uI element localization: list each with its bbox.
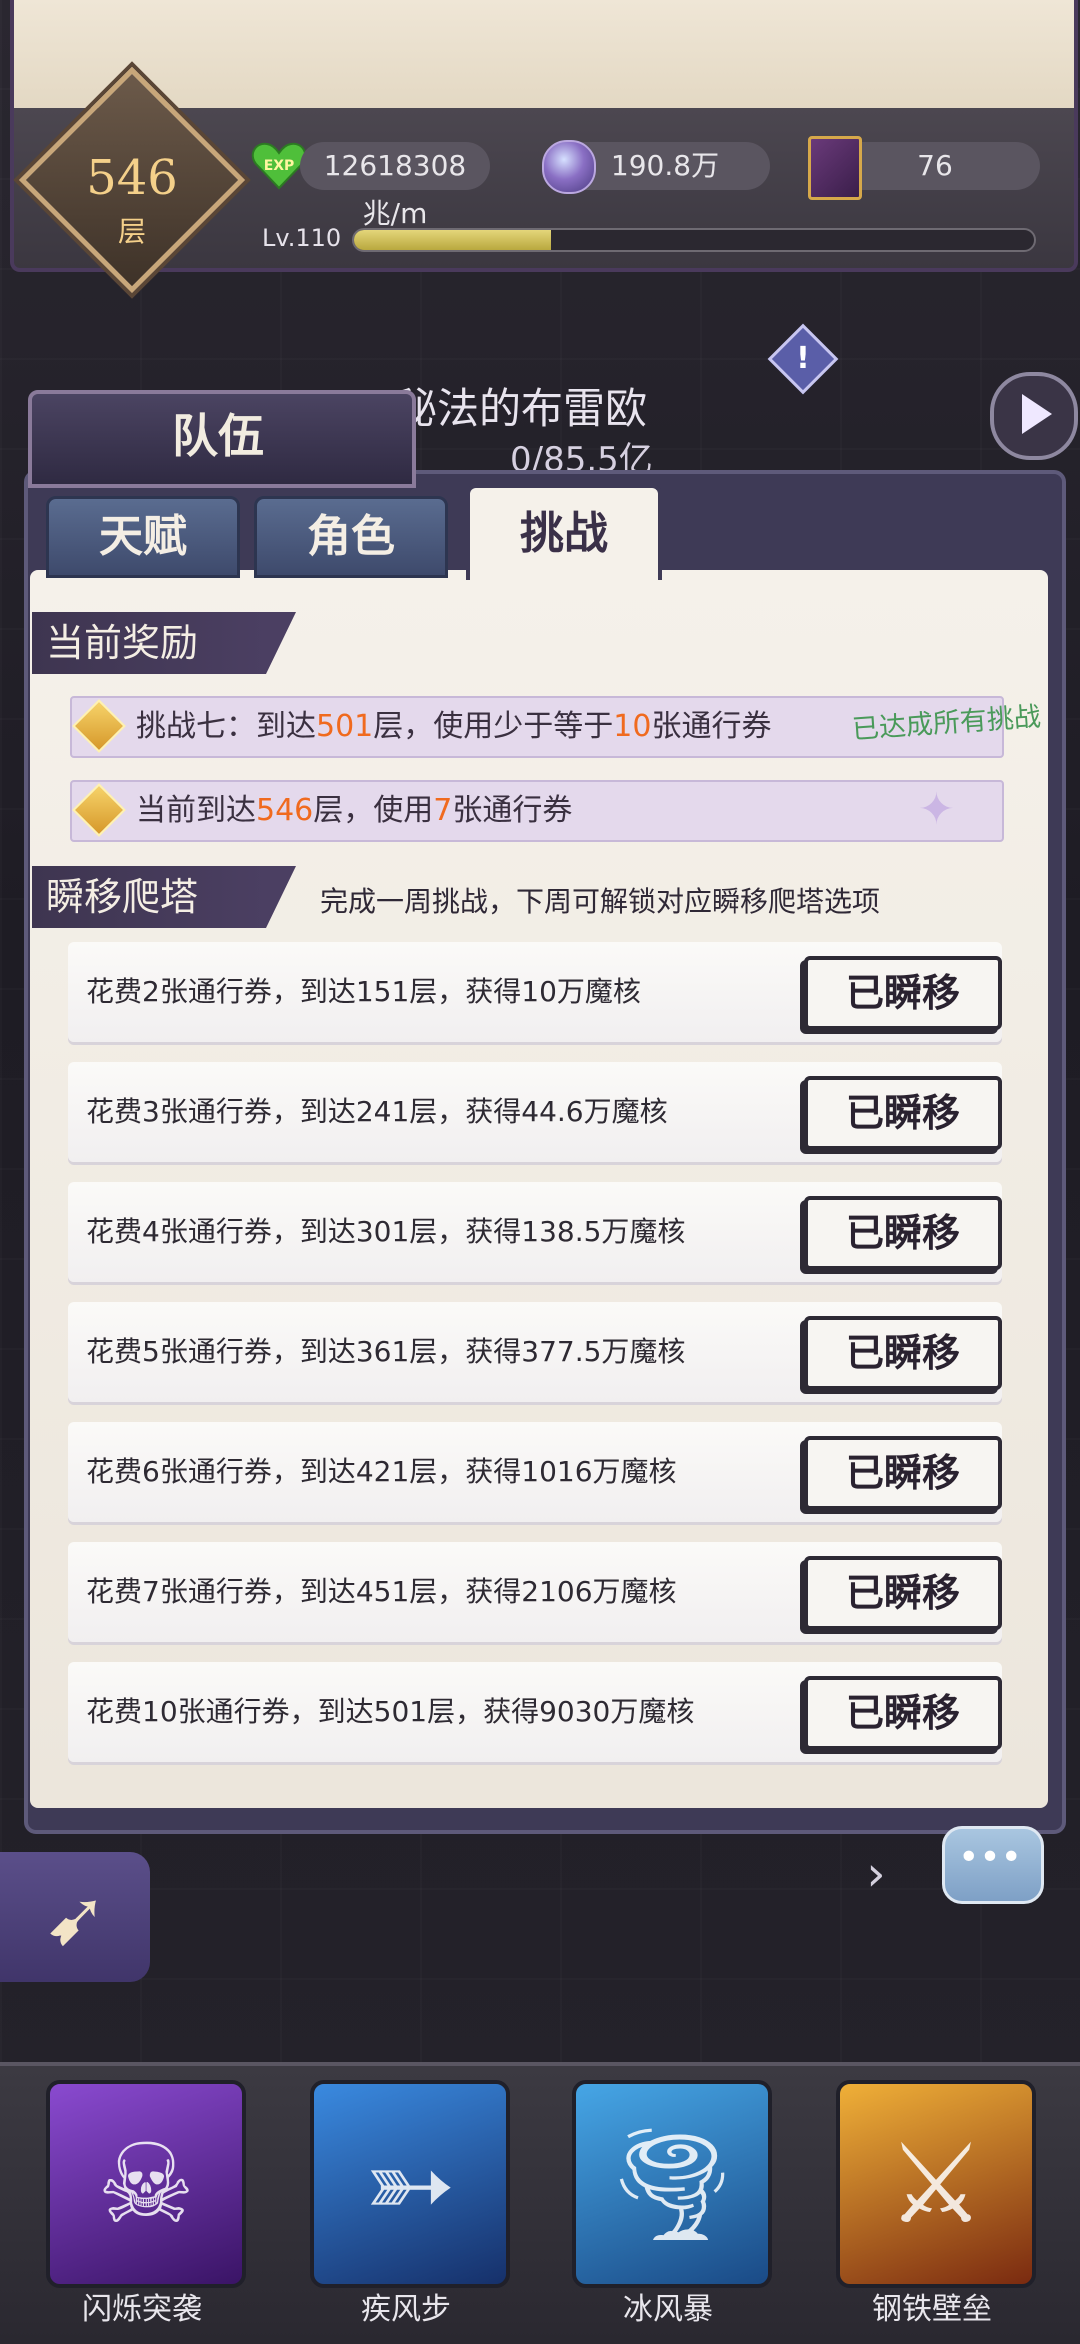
teleport-heading: 瞬移爬塔 <box>32 866 296 928</box>
challenge-condition-row: 挑战七：到达501层，使用少于等于10张通行券 已达成所有挑战 <box>70 696 1042 758</box>
ticket-book-icon <box>808 136 862 200</box>
teleport-option-row: 花费3张通行券，到达241层，获得44.6万魔核 已瞬移 <box>68 1062 1002 1162</box>
swirl-return-icon: ➹ <box>44 1873 108 1962</box>
teleport-option-text: 花费3张通行券，到达241层，获得44.6万魔核 <box>86 1095 668 1128</box>
shield-blade-icon: ⚔ <box>886 2120 986 2248</box>
teleport-description: 完成一周挑战，下周可解锁对应瞬移爬塔选项 <box>320 885 881 918</box>
teleport-option-text: 花费6张通行券，到达421层，获得1016万魔核 <box>86 1455 677 1488</box>
teleport-option-row: 花费10张通行券，到达501层，获得9030万魔核 已瞬移 <box>68 1662 1002 1762</box>
top-scene-strip <box>10 0 1078 110</box>
magic-core-value: 190.8万 <box>610 149 720 182</box>
exp-rate-pill: 12618308兆/m <box>300 142 490 230</box>
current-progress-row: 当前到达546层，使用7张通行券 ✦ <box>70 780 1004 842</box>
tab-challenge-label: 挑战 <box>520 508 608 559</box>
level-label: Lv.110 <box>262 224 342 252</box>
skill-label: 冰风暴 <box>623 2292 713 2327</box>
magic-core-orb-icon <box>542 140 596 194</box>
diamond-badge-icon <box>72 783 126 837</box>
diamond-badge-icon <box>72 699 126 753</box>
teleported-button[interactable]: 已瞬移 <box>804 1556 1002 1630</box>
challenge-condition-text: 挑战七：到达501层，使用少于等于10张通行券 <box>136 709 772 744</box>
skill-slot[interactable]: ⚔ <box>836 2080 1036 2288</box>
skill-slot[interactable]: 🌪 <box>572 2080 772 2288</box>
teleport-option-row: 花费4张通行券，到达301层，获得138.5万魔核 已瞬移 <box>68 1182 1002 1282</box>
teleported-button[interactable]: 已瞬移 <box>804 1676 1002 1750</box>
teleported-button[interactable]: 已瞬移 <box>804 1076 1002 1150</box>
teleport-option-row: 花费6张通行券，到达421层，获得1016万魔核 已瞬移 <box>68 1422 1002 1522</box>
level-progress-bar <box>352 228 1036 252</box>
teleport-option-text: 花费2张通行券，到达151层，获得10万魔核 <box>86 975 641 1008</box>
teleported-button[interactable]: 已瞬移 <box>804 1316 1002 1390</box>
floor-number: 546 <box>86 150 178 206</box>
chevron-right-icon[interactable]: › <box>856 1844 896 1904</box>
tab-challenge[interactable]: 挑战 <box>466 484 662 580</box>
teleport-option-text: 花费10张通行券，到达501层，获得9030万魔核 <box>86 1695 695 1728</box>
exp-icon-text: EXP <box>264 158 295 174</box>
teleported-button[interactable]: 已瞬移 <box>804 956 1002 1030</box>
dash-icon: ➳ <box>363 2120 457 2248</box>
sparkle-icon: ✦ <box>918 784 955 835</box>
shadow-strike-icon: ☠ <box>96 2120 196 2248</box>
play-icon[interactable] <box>990 372 1078 460</box>
skill-label: 疾风步 <box>361 2292 451 2327</box>
teleport-option-text: 花费7张通行券，到达451层，获得2106万魔核 <box>86 1575 677 1608</box>
chat-dots-icon: ••• <box>958 1837 1022 1878</box>
teleport-option-text: 花费5张通行券，到达361层，获得377.5万魔核 <box>86 1335 686 1368</box>
tab-character[interactable]: 角色 <box>254 496 448 578</box>
floor-unit: 层 <box>117 215 146 248</box>
teleport-option-row: 花费2张通行券，到达151层，获得10万魔核 已瞬移 <box>68 942 1002 1042</box>
teleported-button[interactable]: 已瞬移 <box>804 1436 1002 1510</box>
teleported-button[interactable]: 已瞬移 <box>804 1196 1002 1270</box>
skill-slot[interactable]: ☠ <box>46 2080 246 2288</box>
tab-character-label: 角色 <box>307 511 395 562</box>
boss-name: 秘法的布雷欧 <box>395 384 648 433</box>
alert-mark-icon: ! <box>796 341 810 376</box>
panel-title: 队伍 <box>172 409 264 463</box>
current-reward-heading-text: 当前奖励 <box>46 621 199 665</box>
teleport-option-text: 花费4张通行券，到达301层，获得138.5万魔核 <box>86 1215 686 1248</box>
skill-label: 闪烁突袭 <box>82 2292 202 2327</box>
teleport-option-row: 花费7张通行券，到达451层，获得2106万魔核 已瞬移 <box>68 1542 1002 1642</box>
tornado-icon: 🌪 <box>602 2120 742 2248</box>
skill-label: 钢铁壁垒 <box>872 2292 992 2327</box>
level-progress-fill <box>354 230 552 250</box>
teleport-heading-text: 瞬移爬塔 <box>46 875 199 919</box>
tab-talent[interactable]: 天赋 <box>46 496 240 578</box>
current-progress-text: 当前到达546层，使用7张通行券 <box>136 793 573 828</box>
teleport-option-row: 花费5张通行券，到达361层，获得377.5万魔核 已瞬移 <box>68 1302 1002 1402</box>
current-reward-heading: 当前奖励 <box>32 612 296 674</box>
ticket-count: 76 <box>917 149 953 182</box>
tab-talent-label: 天赋 <box>99 511 187 562</box>
skill-slot[interactable]: ➳ <box>310 2080 510 2288</box>
